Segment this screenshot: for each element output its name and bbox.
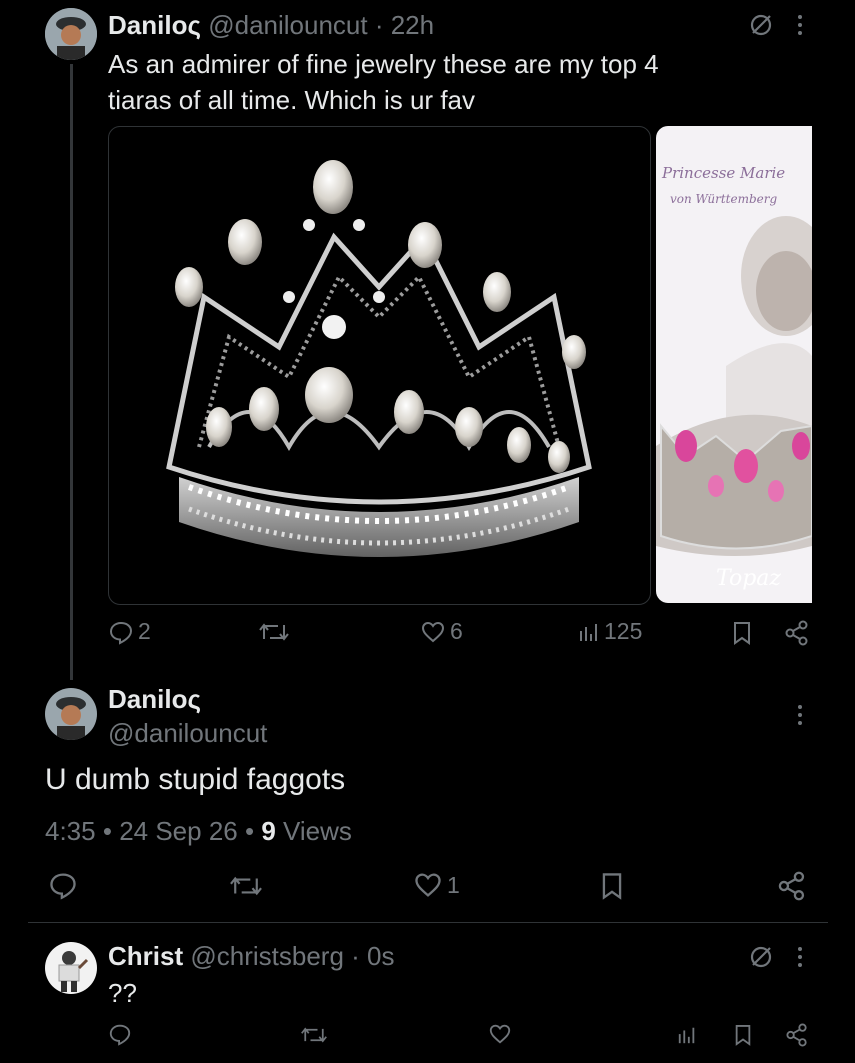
image-caption: Princesse Marie (662, 164, 786, 182)
display-name[interactable]: Danilo (108, 684, 187, 714)
tweet-image-tiara-1[interactable] (108, 126, 651, 605)
action-reply[interactable] (108, 1022, 132, 1051)
avatar[interactable] (45, 942, 97, 994)
more-dots-icon[interactable] (793, 703, 807, 727)
action-retweet[interactable] (228, 872, 264, 905)
action-views[interactable] (677, 1023, 697, 1052)
display-name[interactable]: Christ (108, 941, 183, 971)
reply-count: 2 (138, 618, 151, 644)
tweet-header: Christ @christsberg · 0s (108, 940, 395, 972)
tweet-date[interactable]: 24 Sep 26 (119, 816, 238, 846)
name-glyph: ς (187, 684, 201, 714)
bookmark-icon (598, 871, 626, 901)
retweet-icon (300, 1023, 328, 1047)
action-share[interactable] (785, 620, 809, 651)
tweet-text: As an admirer of fine jewelry these are … (108, 46, 659, 118)
views-count: 9 (261, 816, 276, 846)
action-like[interactable]: 1 (413, 870, 460, 900)
heart-icon (420, 619, 446, 645)
timestamp[interactable]: 22h (391, 10, 434, 40)
separator-dot: · (343, 941, 368, 971)
tweet-text: ?? (108, 978, 137, 1008)
reply-icon (108, 619, 134, 645)
like-count: 1 (447, 871, 460, 898)
views-icon (578, 619, 600, 645)
image-caption: Topaz (716, 566, 782, 591)
heart-icon (488, 1022, 512, 1046)
bookmark-icon (731, 620, 753, 646)
more-dots-icon[interactable] (793, 13, 807, 37)
display-name[interactable]: Danilo (108, 10, 187, 40)
action-retweet[interactable] (300, 1023, 328, 1052)
image-caption: von Württemberg (670, 192, 778, 206)
action-reply[interactable] (48, 870, 78, 905)
action-share[interactable] (778, 871, 806, 906)
tweet-time[interactable]: 4:35 (45, 816, 96, 846)
retweet-icon (258, 619, 290, 645)
handle[interactable]: @danilouncut (208, 10, 367, 40)
more-dots-icon[interactable] (793, 945, 807, 969)
separator-dot: · (367, 10, 391, 40)
reply-icon (48, 870, 78, 900)
share-icon (778, 871, 806, 901)
slash-circle-icon[interactable] (748, 12, 774, 38)
action-like[interactable] (488, 1022, 512, 1051)
action-reply[interactable]: 2 (108, 618, 151, 645)
action-retweet[interactable] (258, 619, 290, 650)
action-share[interactable] (786, 1023, 808, 1052)
separator-dot: • (244, 816, 255, 846)
action-bookmark[interactable] (598, 871, 626, 906)
action-bookmark[interactable] (731, 620, 753, 651)
share-icon (785, 620, 809, 646)
timestamp[interactable]: 0s (367, 941, 394, 971)
views-label: Views (283, 816, 352, 846)
tweet-meta: 4:35 • 24 Sep 26 • 9 Views (45, 814, 352, 848)
handle[interactable]: @christsberg (190, 941, 344, 971)
heart-icon (413, 870, 443, 900)
share-icon (786, 1023, 808, 1047)
thread-line (70, 64, 73, 680)
slash-circle-icon[interactable] (748, 944, 774, 970)
tweet-text: U dumb stupid faggots (45, 763, 346, 796)
action-bookmark[interactable] (733, 1023, 753, 1052)
handle[interactable]: @danilouncut (108, 716, 267, 750)
views-icon (677, 1023, 697, 1047)
action-like[interactable]: 6 (420, 618, 463, 645)
name-glyph: ς (187, 10, 201, 40)
bookmark-icon (733, 1023, 753, 1047)
separator-dot: • (102, 816, 112, 846)
retweet-icon (228, 872, 264, 900)
tweet-image-tiara-2[interactable]: Princesse Marie von Württemberg Topaz (656, 126, 812, 603)
tweet-header: Daniloς @danilouncut · 22h (108, 9, 434, 41)
avatar[interactable] (45, 688, 97, 740)
author-block: Daniloς @danilouncut (108, 682, 267, 750)
reply-icon (108, 1022, 132, 1046)
divider (28, 922, 828, 923)
avatar[interactable] (45, 8, 97, 60)
action-views[interactable]: 125 (578, 618, 642, 645)
views-count: 125 (604, 618, 643, 644)
tweet-text-line: As an admirer of fine jewelry these are … (108, 49, 659, 79)
tweet-text-line: tiaras of all time. Which is ur fav (108, 85, 475, 115)
like-count: 6 (450, 618, 463, 644)
